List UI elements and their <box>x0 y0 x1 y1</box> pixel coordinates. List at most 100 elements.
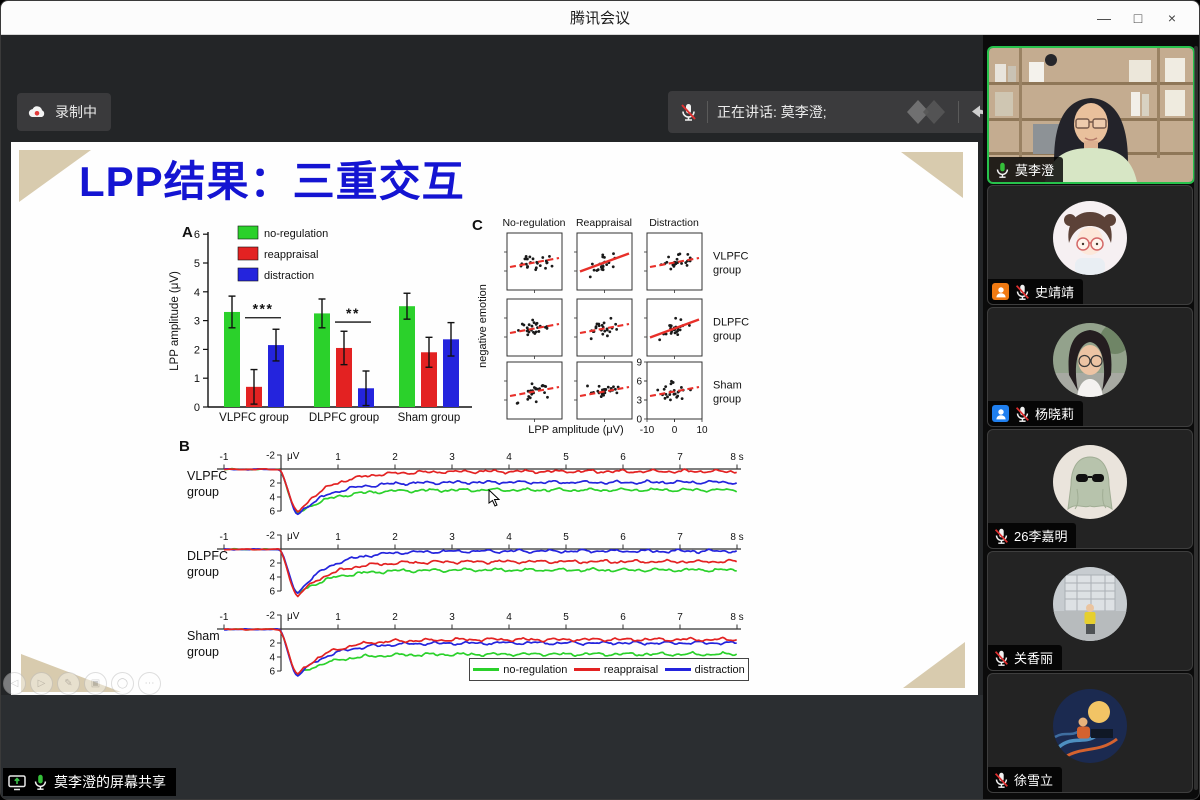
mic-muted-icon <box>992 527 1010 545</box>
svg-text:7: 7 <box>677 532 683 543</box>
sidebar-scrollbar[interactable] <box>1194 46 1198 790</box>
participants-sidebar: 莫李澄 <box>983 34 1200 799</box>
svg-text:5: 5 <box>563 532 569 543</box>
participant-nameplate: 史靖靖 <box>988 279 1083 304</box>
legend-swatch <box>473 668 499 671</box>
svg-text:7: 7 <box>677 612 683 623</box>
participant-name: 徐雪立 <box>1014 770 1053 789</box>
avatar <box>1053 201 1127 275</box>
svg-text:4: 4 <box>506 452 512 463</box>
svg-text:6: 6 <box>269 667 275 678</box>
svg-text:***: *** <box>253 301 274 317</box>
svg-text:2: 2 <box>269 479 275 490</box>
svg-text:-2: -2 <box>266 611 275 622</box>
recording-indicator[interactable]: 录制中 <box>17 93 111 131</box>
svg-text:group: group <box>713 265 741 277</box>
participant-tile[interactable]: 徐雪立 <box>987 673 1193 793</box>
svg-text:Sham group: Sham group <box>398 412 461 424</box>
next-icon[interactable]: ▷ <box>30 672 53 695</box>
svg-text:DLPFC: DLPFC <box>713 317 749 329</box>
svg-text:μV: μV <box>287 531 300 542</box>
magnifier-icon[interactable]: ◯ <box>111 672 134 695</box>
window-title: 腾讯会议 <box>570 7 630 28</box>
mic-muted-icon <box>1013 283 1031 301</box>
avatar-photo <box>1053 323 1127 397</box>
minimize-button[interactable]: — <box>1087 10 1121 26</box>
avatar <box>1053 689 1127 763</box>
participant-name: 杨晓莉 <box>1035 404 1074 423</box>
svg-text:-10: -10 <box>640 425 655 436</box>
waveform-legend: no-regulationreappraisaldistraction <box>469 658 749 681</box>
screen-share-icon <box>8 774 26 791</box>
legend-swatch <box>665 668 691 671</box>
svg-text:6: 6 <box>269 507 275 518</box>
svg-text:Distraction: Distraction <box>649 217 699 229</box>
svg-text:Sham: Sham <box>713 380 742 392</box>
participant-tile[interactable]: 关香丽 <box>987 551 1193 671</box>
svg-text:4: 4 <box>269 573 275 584</box>
corner-decoration <box>903 642 965 688</box>
svg-text:μV: μV <box>287 611 300 622</box>
svg-text:2: 2 <box>392 532 398 543</box>
mouse-cursor <box>488 489 500 507</box>
participant-nameplate: 关香丽 <box>988 645 1062 670</box>
svg-text:2: 2 <box>392 452 398 463</box>
svg-text:reappraisal: reappraisal <box>264 249 318 261</box>
annotation-toolbar: ◁▷✎▣◯⋯ <box>3 672 161 695</box>
erp-waveform-dlpfc: -112345678 s-2246μV <box>181 525 761 605</box>
participant-tile[interactable]: 杨晓莉 <box>987 307 1193 427</box>
svg-text:1: 1 <box>335 612 341 623</box>
erp-waveform-vlpfc: -112345678 s-2246μV <box>181 445 761 525</box>
maximize-button[interactable]: □ <box>1121 10 1155 26</box>
svg-text:5: 5 <box>563 452 569 463</box>
close-button[interactable]: × <box>1155 10 1189 26</box>
svg-text:8 s: 8 s <box>730 532 743 543</box>
whiteboard-icon[interactable]: ▣ <box>84 672 107 695</box>
svg-text:2: 2 <box>269 639 275 650</box>
svg-text:No-regulation: No-regulation <box>502 217 565 229</box>
svg-text:2: 2 <box>194 344 200 356</box>
avatar <box>1053 445 1127 519</box>
svg-text:group: group <box>713 331 741 343</box>
screen-share-status-bar: 莫李澄的屏幕共享 <box>3 768 176 796</box>
svg-text:1: 1 <box>335 532 341 543</box>
svg-text:8 s: 8 s <box>730 452 743 463</box>
speaking-label: 正在讲话: 莫李澄; <box>717 102 827 122</box>
legend-label: reappraisal <box>604 664 658 676</box>
svg-text:3: 3 <box>449 612 455 623</box>
screen-share-pane: 录制中 正在讲话: 莫李澄; <box>1 34 983 799</box>
participant-tile[interactable]: 史靖靖 <box>987 185 1193 305</box>
svg-text:4: 4 <box>269 493 275 504</box>
svg-text:LPP amplitude (μV): LPP amplitude (μV) <box>528 424 623 436</box>
mic-on-icon <box>31 773 49 791</box>
participant-tile[interactable]: 莫李澄 <box>987 46 1195 184</box>
svg-text:negative emotion: negative emotion <box>477 284 489 368</box>
bar-chart-panel-a: 0123456LPP amplitude (μV)AVLPFC groupDLP… <box>166 217 486 432</box>
avatar <box>1053 567 1127 641</box>
svg-text:VLPFC: VLPFC <box>713 251 749 263</box>
svg-text:group: group <box>713 394 741 406</box>
share-status-text: 莫李澄的屏幕共享 <box>54 772 166 792</box>
svg-text:-1: -1 <box>220 612 229 623</box>
participant-name: 关香丽 <box>1014 648 1053 667</box>
participant-name: 26李嘉明 <box>1014 526 1067 545</box>
avatar-photo <box>1053 567 1127 641</box>
mic-muted-icon <box>992 771 1010 789</box>
avatar <box>1053 323 1127 397</box>
svg-text:**: ** <box>346 305 360 321</box>
mic-on-icon <box>993 161 1011 179</box>
svg-text:7: 7 <box>677 452 683 463</box>
svg-text:3: 3 <box>194 316 200 328</box>
legend-item: no-regulation <box>473 664 567 676</box>
more-icon[interactable]: ⋯ <box>138 672 161 695</box>
svg-text:1: 1 <box>335 452 341 463</box>
window-titlebar: 腾讯会议 — □ × <box>1 1 1199 35</box>
cloud-recording-icon <box>27 104 47 120</box>
previous-icon[interactable]: ◁ <box>3 672 26 695</box>
svg-text:6: 6 <box>620 452 626 463</box>
pen-icon[interactable]: ✎ <box>57 672 80 695</box>
svg-text:LPP amplitude (μV): LPP amplitude (μV) <box>169 271 181 371</box>
participant-tile[interactable]: 26李嘉明 <box>987 429 1193 549</box>
participant-nameplate: 莫李澄 <box>989 157 1063 182</box>
participant-name: 莫李澄 <box>1015 160 1054 179</box>
